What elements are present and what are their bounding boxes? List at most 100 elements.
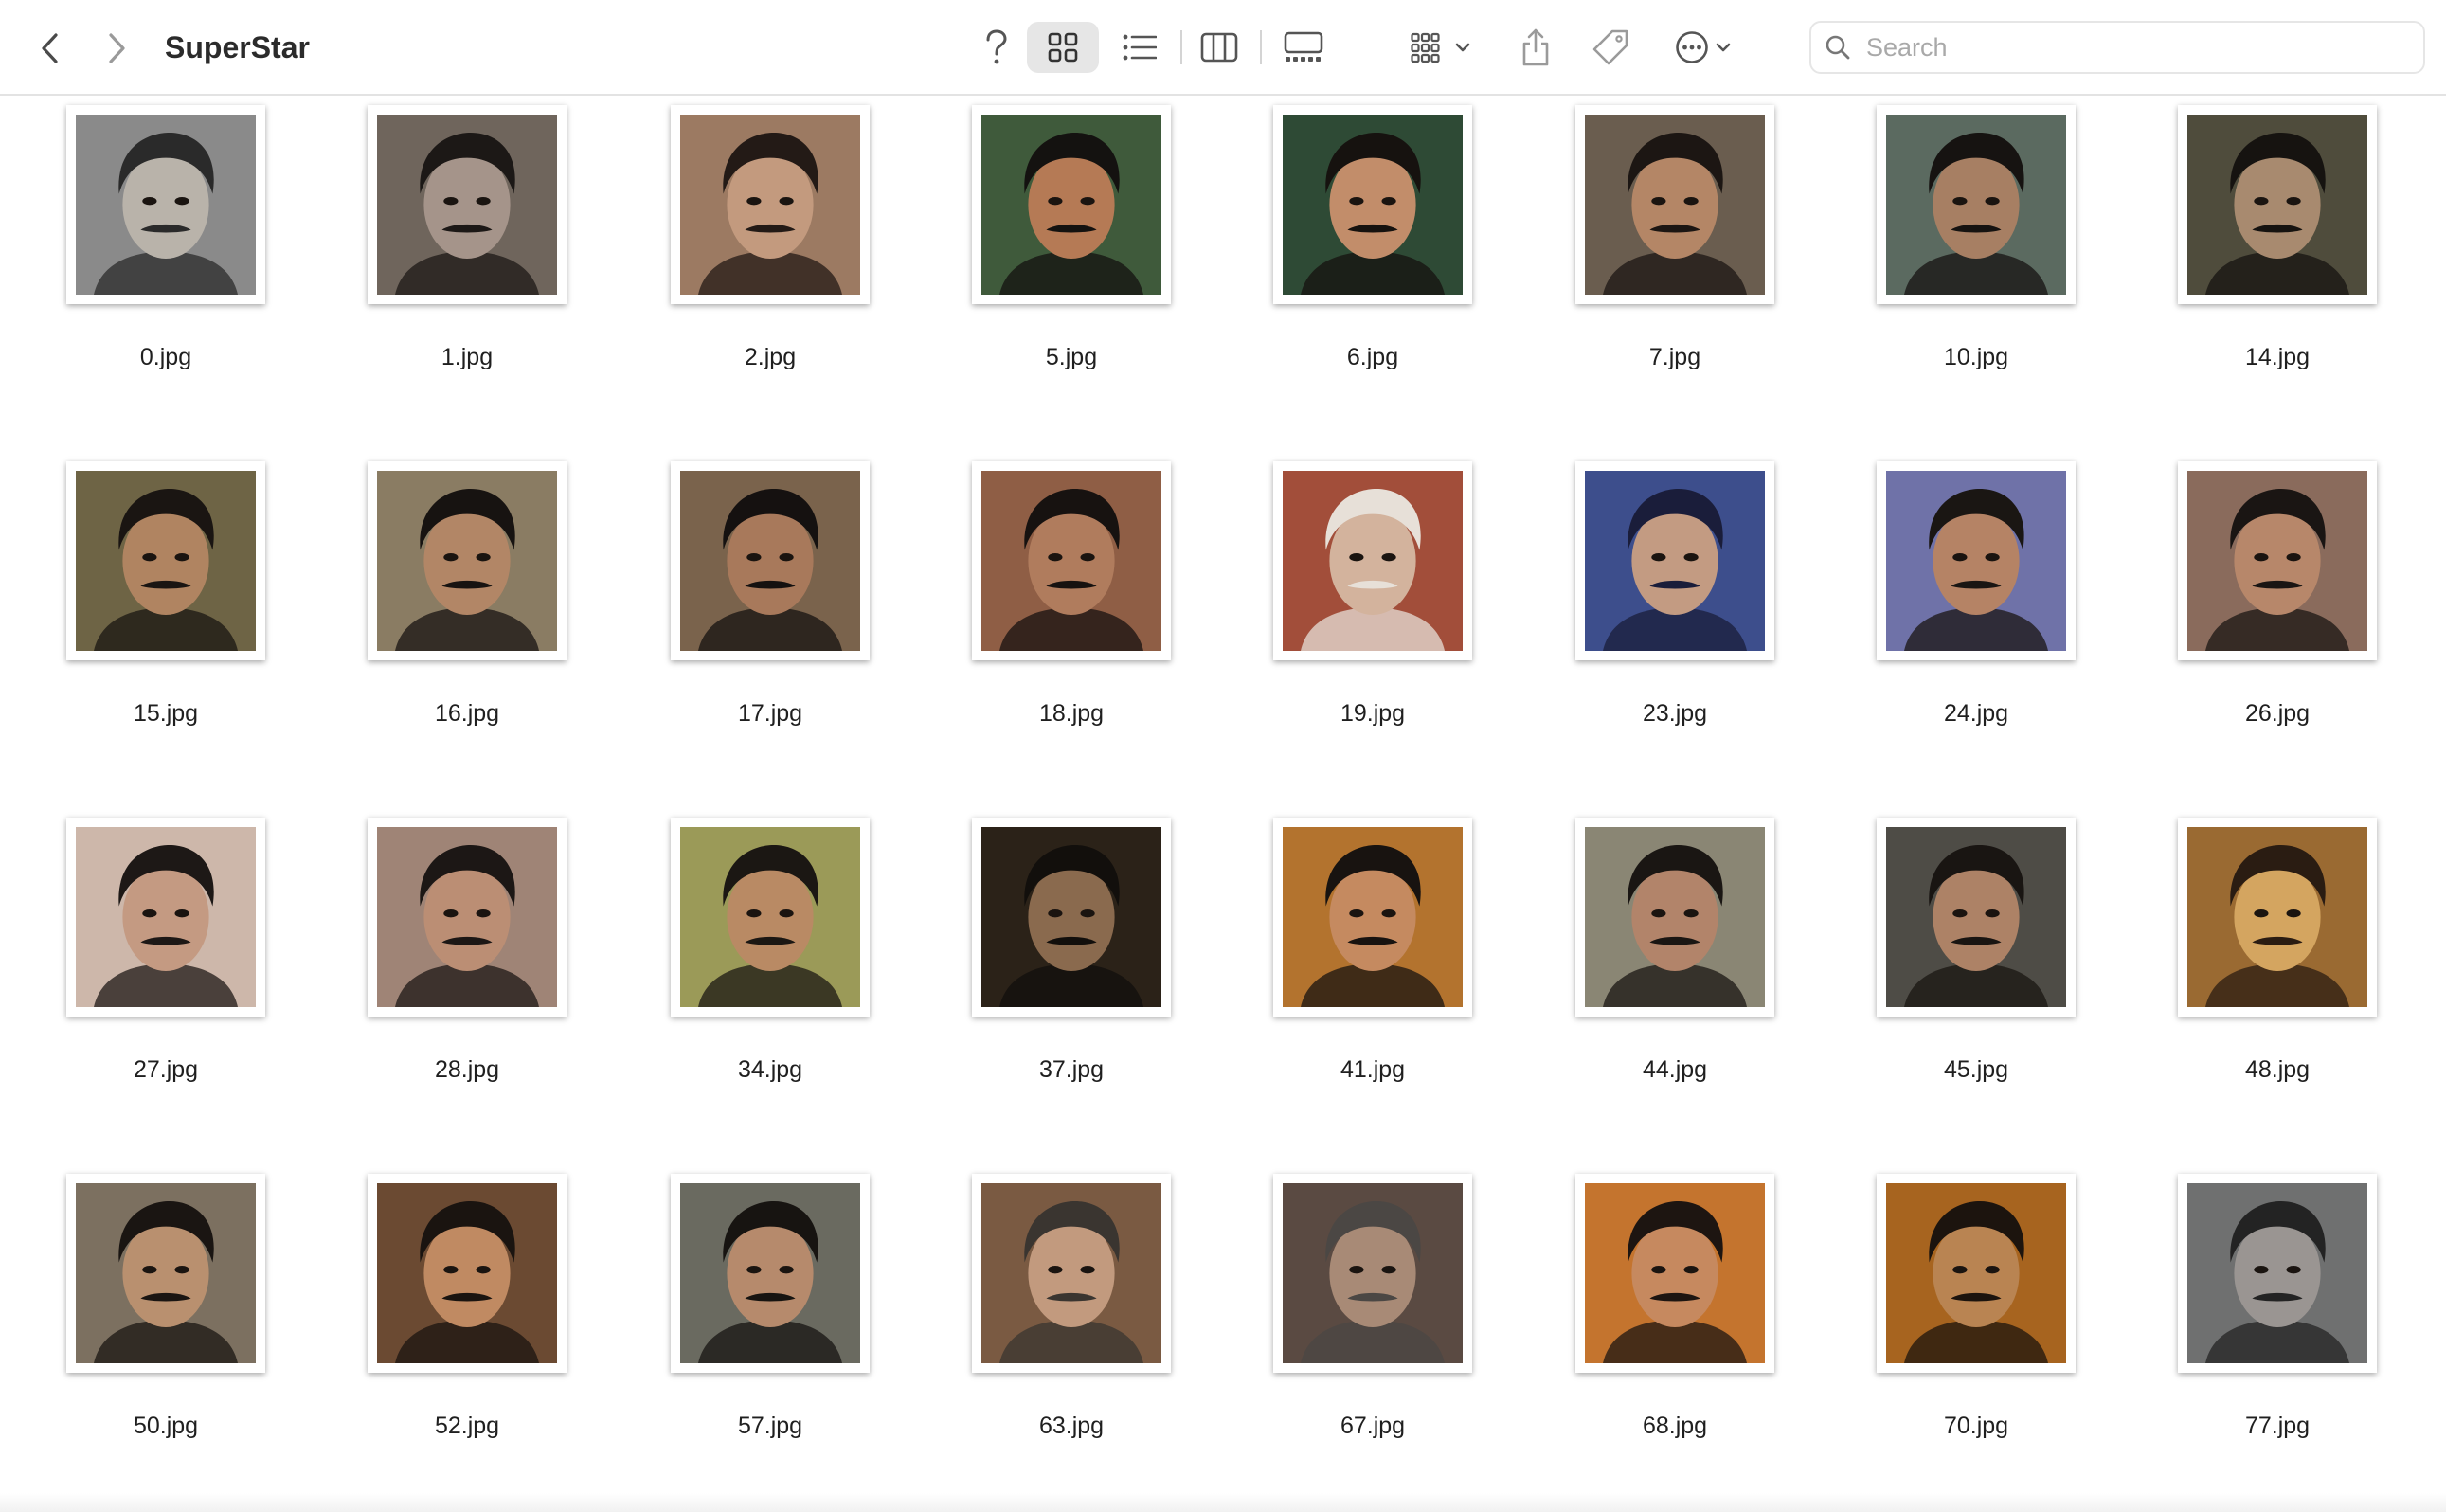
chevron-left-icon bbox=[42, 33, 58, 63]
toolbar-divider bbox=[1180, 30, 1182, 64]
file-item[interactable]: 2.jpg bbox=[628, 96, 912, 408]
file-name: 18.jpg bbox=[1038, 700, 1105, 727]
file-item[interactable]: 63.jpg bbox=[929, 1164, 1214, 1477]
file-thumbnail[interactable] bbox=[66, 818, 265, 1017]
file-item[interactable]: 77.jpg bbox=[2135, 1164, 2419, 1477]
file-thumbnail[interactable] bbox=[1877, 1174, 2076, 1373]
file-item[interactable]: 14.jpg bbox=[2135, 96, 2419, 408]
file-thumbnail[interactable] bbox=[2178, 105, 2377, 304]
file-name: 6.jpg bbox=[1346, 344, 1399, 370]
file-item[interactable]: 28.jpg bbox=[325, 808, 609, 1121]
file-name: 44.jpg bbox=[1642, 1056, 1708, 1083]
file-thumbnail[interactable] bbox=[368, 105, 567, 304]
file-thumbnail[interactable] bbox=[66, 105, 265, 304]
file-item[interactable]: 67.jpg bbox=[1231, 1164, 1515, 1477]
file-item[interactable]: 10.jpg bbox=[1834, 96, 2118, 408]
file-item[interactable]: 24.jpg bbox=[1834, 452, 2118, 765]
file-thumbnail[interactable] bbox=[2178, 818, 2377, 1017]
file-thumbnail[interactable] bbox=[368, 461, 567, 660]
file-item[interactable]: 57.jpg bbox=[628, 1164, 912, 1477]
file-thumbnail[interactable] bbox=[66, 1174, 265, 1373]
file-name: 23.jpg bbox=[1642, 700, 1708, 727]
file-item[interactable]: 23.jpg bbox=[1533, 452, 1817, 765]
file-thumbnail[interactable] bbox=[368, 818, 567, 1017]
icon-view-button[interactable] bbox=[1027, 22, 1099, 73]
file-item[interactable]: 52.jpg bbox=[325, 1164, 609, 1477]
file-thumbnail[interactable] bbox=[671, 1174, 870, 1373]
file-item[interactable]: 5.jpg bbox=[929, 96, 1214, 408]
file-thumbnail[interactable] bbox=[1877, 818, 2076, 1017]
portrait-image bbox=[377, 1183, 557, 1363]
file-name: 0.jpg bbox=[139, 344, 192, 370]
file-thumbnail[interactable] bbox=[972, 105, 1171, 304]
file-thumbnail[interactable] bbox=[1273, 818, 1472, 1017]
portrait-image bbox=[1283, 115, 1463, 295]
file-item[interactable]: 17.jpg bbox=[628, 452, 912, 765]
file-item[interactable]: 6.jpg bbox=[1231, 96, 1515, 408]
file-name: 15.jpg bbox=[133, 700, 199, 727]
file-item[interactable]: 70.jpg bbox=[1834, 1164, 2118, 1477]
file-thumbnail[interactable] bbox=[1575, 105, 1774, 304]
file-thumbnail[interactable] bbox=[2178, 1174, 2377, 1373]
file-item[interactable]: 44.jpg bbox=[1533, 808, 1817, 1121]
file-thumbnail[interactable] bbox=[1575, 818, 1774, 1017]
column-view-button[interactable] bbox=[1186, 22, 1252, 73]
file-thumbnail[interactable] bbox=[1877, 461, 2076, 660]
file-thumbnail[interactable] bbox=[1273, 461, 1472, 660]
file-thumbnail[interactable] bbox=[2178, 461, 2377, 660]
file-name: 24.jpg bbox=[1943, 700, 2009, 727]
group-by-button[interactable] bbox=[1402, 22, 1480, 73]
portrait-image bbox=[377, 115, 557, 295]
file-item[interactable]: 1.jpg bbox=[325, 96, 609, 408]
help-button[interactable] bbox=[974, 25, 1019, 72]
file-thumbnail[interactable] bbox=[1575, 1174, 1774, 1373]
portrait-image bbox=[1886, 1183, 2066, 1363]
file-item[interactable]: 37.jpg bbox=[929, 808, 1214, 1121]
gallery-view-button[interactable] bbox=[1266, 22, 1341, 73]
file-item[interactable]: 19.jpg bbox=[1231, 452, 1515, 765]
file-item[interactable]: 7.jpg bbox=[1533, 96, 1817, 408]
file-item[interactable]: 18.jpg bbox=[929, 452, 1214, 765]
list-view-button[interactable] bbox=[1106, 22, 1173, 73]
portrait-image bbox=[2187, 1183, 2367, 1363]
portrait-image bbox=[377, 827, 557, 1007]
columns-icon bbox=[1200, 32, 1238, 63]
file-thumbnail[interactable] bbox=[671, 105, 870, 304]
file-item[interactable]: 34.jpg bbox=[628, 808, 912, 1121]
chevron-down-icon bbox=[1716, 43, 1731, 52]
portrait-image bbox=[1585, 827, 1765, 1007]
file-thumbnail[interactable] bbox=[972, 818, 1171, 1017]
back-button[interactable] bbox=[28, 27, 72, 70]
file-thumbnail[interactable] bbox=[66, 461, 265, 660]
file-item[interactable]: 16.jpg bbox=[325, 452, 609, 765]
file-item[interactable]: 45.jpg bbox=[1834, 808, 2118, 1121]
share-button[interactable] bbox=[1514, 21, 1557, 74]
file-item[interactable]: 68.jpg bbox=[1533, 1164, 1817, 1477]
file-item[interactable]: 41.jpg bbox=[1231, 808, 1515, 1121]
search-field[interactable] bbox=[1809, 21, 2425, 74]
file-thumbnail[interactable] bbox=[671, 818, 870, 1017]
file-item[interactable]: 15.jpg bbox=[24, 452, 308, 765]
search-input[interactable] bbox=[1864, 31, 2423, 63]
tag-button[interactable] bbox=[1588, 23, 1633, 72]
file-thumbnail[interactable] bbox=[1877, 105, 2076, 304]
file-item[interactable]: 0.jpg bbox=[24, 96, 308, 408]
file-thumbnail[interactable] bbox=[1273, 105, 1472, 304]
portrait-image bbox=[76, 471, 256, 651]
file-thumbnail[interactable] bbox=[1273, 1174, 1472, 1373]
file-item[interactable]: 26.jpg bbox=[2135, 452, 2419, 765]
file-item[interactable]: 48.jpg bbox=[2135, 808, 2419, 1121]
file-name: 67.jpg bbox=[1340, 1413, 1406, 1439]
file-name: 10.jpg bbox=[1943, 344, 2009, 370]
file-thumbnail[interactable] bbox=[671, 461, 870, 660]
toolbar-divider bbox=[1260, 30, 1262, 64]
file-thumbnail[interactable] bbox=[972, 461, 1171, 660]
file-item[interactable]: 27.jpg bbox=[24, 808, 308, 1121]
file-thumbnail[interactable] bbox=[1575, 461, 1774, 660]
more-actions-button[interactable] bbox=[1665, 22, 1741, 73]
file-thumbnail[interactable] bbox=[368, 1174, 567, 1373]
file-thumbnail[interactable] bbox=[972, 1174, 1171, 1373]
forward-button[interactable] bbox=[95, 27, 138, 70]
file-item[interactable]: 50.jpg bbox=[24, 1164, 308, 1477]
portrait-image bbox=[1585, 471, 1765, 651]
